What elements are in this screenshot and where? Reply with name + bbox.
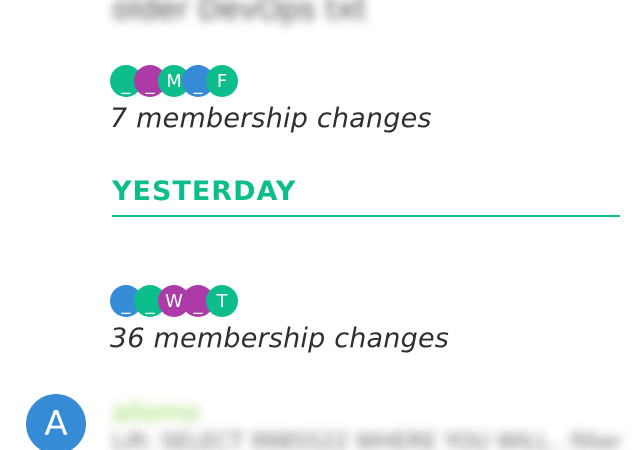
avatar[interactable]: T	[206, 285, 238, 317]
avatar[interactable]: F	[206, 65, 238, 97]
date-separator-line	[112, 215, 620, 217]
date-separator: YESTERDAY	[112, 176, 620, 217]
date-separator-label: YESTERDAY	[112, 176, 297, 207]
message-body: Lift: SELECT 9985522 WHERE YOU WILL.. fi…	[112, 430, 622, 450]
member-avatars: _ _ M _ F	[110, 65, 432, 97]
membership-summary-1[interactable]: _ _ M _ F 7 membership changes	[110, 65, 432, 134]
membership-changes-summary[interactable]: 36 membership changes	[110, 323, 449, 354]
timeline: older DevOps txt _ _ M _ F 7 membership …	[0, 0, 640, 450]
sender-name[interactable]: allomo	[112, 398, 200, 428]
previous-message-text: older DevOps txt	[112, 0, 367, 27]
membership-changes-summary[interactable]: 7 membership changes	[110, 103, 432, 134]
member-avatars: _ _ W _ T	[110, 285, 449, 317]
membership-summary-2[interactable]: _ _ W _ T 36 membership changes	[110, 285, 449, 354]
sender-avatar[interactable]: A	[26, 394, 86, 450]
